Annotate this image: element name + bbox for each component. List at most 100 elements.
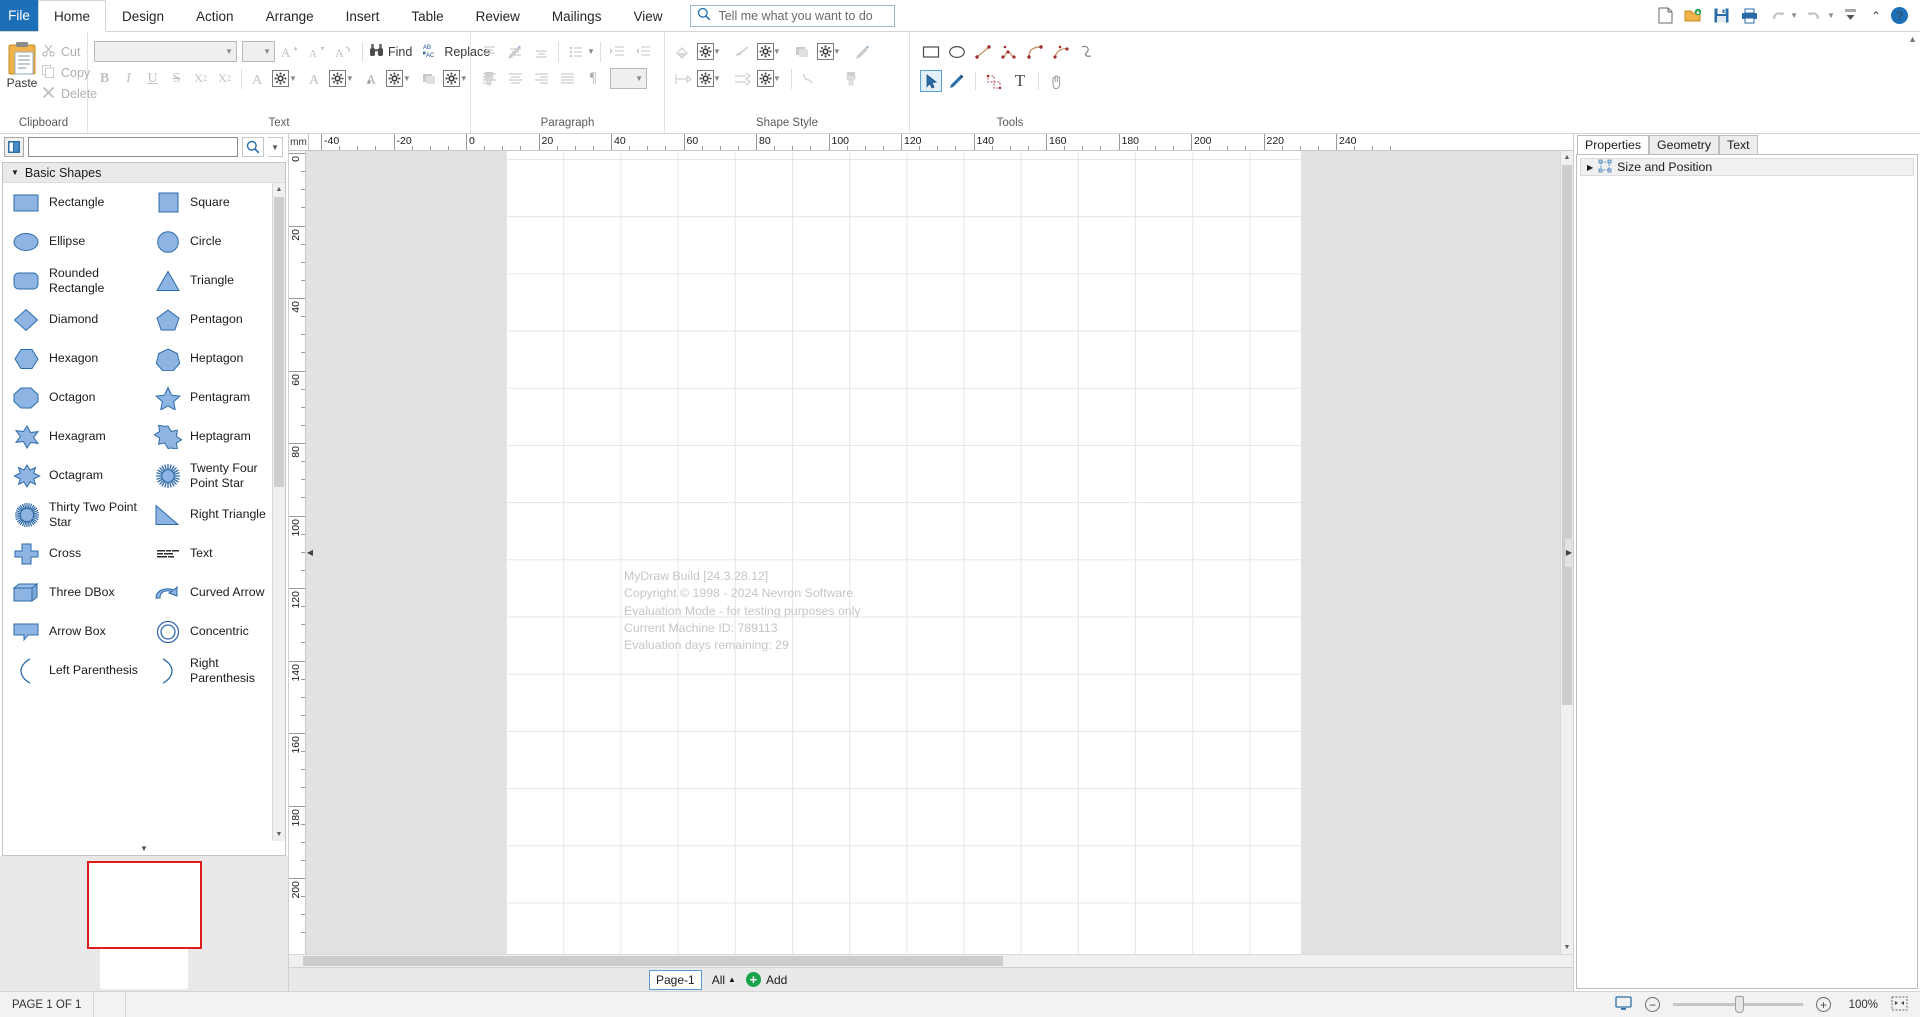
shape-item-hexagon[interactable]: Hexagon — [3, 339, 144, 378]
search-icon[interactable] — [242, 137, 264, 157]
tab-table[interactable]: Table — [395, 0, 459, 31]
text-fill-dropdown-icon[interactable]: ▼ — [346, 74, 354, 83]
rectangle-tool-icon[interactable] — [920, 41, 942, 63]
open-icon[interactable] — [1681, 4, 1705, 28]
canvas-hscroll-thumb[interactable] — [303, 956, 1003, 966]
find-button[interactable]: Find — [369, 43, 412, 60]
vertical-ruler[interactable]: 0 20 40 60 80 100 120 140 160 180 200 — [289, 151, 306, 954]
shape-list-scrollbar[interactable]: ▲ ▼ — [272, 183, 285, 841]
text-stroke-dropdown-icon[interactable]: ▼ — [403, 74, 411, 83]
strikethrough-button[interactable]: S — [166, 68, 187, 89]
collapse-left-panel-icon[interactable]: ◀ — [306, 538, 314, 567]
new-icon[interactable] — [1653, 4, 1677, 28]
shape-item-ellipse[interactable]: Ellipse — [3, 222, 144, 261]
freeform-tool-icon[interactable] — [1076, 41, 1098, 63]
shape-item-concentric[interactable]: Concentric — [144, 612, 285, 651]
align-middle-button[interactable] — [503, 41, 527, 62]
font-color-dropdown-icon[interactable]: ▼ — [289, 74, 297, 83]
canvas-scroll-up-icon[interactable]: ▲ — [1561, 151, 1573, 164]
text-fill-button[interactable]: A — [305, 68, 326, 89]
shape-item-cross[interactable]: Cross — [3, 534, 144, 573]
bezier-tool-icon[interactable] — [1050, 41, 1072, 63]
tab-insert[interactable]: Insert — [330, 0, 396, 31]
shadow-button[interactable] — [791, 41, 815, 62]
text-stroke-button[interactable]: A — [362, 68, 383, 89]
shape-item-octagon[interactable]: Octagon — [3, 378, 144, 417]
shape-item-rectangle[interactable]: Rectangle — [3, 183, 144, 222]
undo-icon[interactable] — [1765, 4, 1789, 28]
tab-file[interactable]: File — [0, 0, 38, 31]
pencil-tool-icon[interactable] — [946, 70, 968, 92]
underline-button[interactable]: U — [142, 68, 163, 89]
shape-item-twenty-four-point-star[interactable]: Twenty Four Point Star — [144, 456, 285, 495]
property-group-size-and-position[interactable]: ▶ Size and Position — [1580, 158, 1914, 176]
shape-item-triangle[interactable]: Triangle — [144, 261, 285, 300]
tell-me-search[interactable]: Tell me what you want to do — [690, 4, 896, 27]
paste-button[interactable]: Paste — [6, 39, 38, 90]
tab-properties[interactable]: Properties — [1577, 135, 1650, 154]
tab-arrange[interactable]: Arrange — [250, 0, 330, 31]
shape-item-left-parenthesis[interactable]: Left Parenthesis — [3, 651, 144, 690]
canvas-horizontal-scrollbar[interactable] — [289, 954, 1573, 967]
shape-item-rounded-rectangle[interactable]: Rounded Rectangle — [3, 261, 144, 300]
ellipse-tool-icon[interactable] — [946, 41, 968, 63]
stroke-dropdown-icon[interactable]: ▼ — [773, 47, 781, 56]
shape-item-right-parenthesis[interactable]: Right Parenthesis — [144, 651, 285, 690]
align-top-button[interactable] — [477, 41, 501, 62]
increase-indent-button[interactable] — [606, 41, 630, 62]
edit-points-tool-icon[interactable] — [983, 70, 1005, 92]
canvas-viewport[interactable]: ◀ MyDraw Build [24.3.28.12] Copyright © … — [306, 151, 1573, 954]
library-icon[interactable] — [4, 137, 24, 157]
zoom-out-icon[interactable]: − — [1645, 997, 1660, 1012]
tab-action[interactable]: Action — [180, 0, 250, 31]
subscript-button[interactable]: X2 — [190, 68, 211, 89]
canvas-scroll-down-icon[interactable]: ▼ — [1561, 941, 1573, 954]
zoom-slider[interactable] — [1673, 996, 1803, 1013]
shape-item-hexagram[interactable]: Hexagram — [3, 417, 144, 456]
zoom-slider-thumb[interactable] — [1735, 996, 1744, 1013]
shape-item-right-triangle[interactable]: Right Triangle — [144, 495, 285, 534]
qat-more-icon[interactable] — [1839, 4, 1863, 28]
stencil-expand-icon[interactable]: ▼ — [3, 841, 285, 855]
shadow-dropdown-icon[interactable]: ▼ — [833, 47, 841, 56]
pan-hand-tool-icon[interactable] — [1046, 70, 1068, 92]
text-shadow-button[interactable] — [419, 68, 440, 89]
scroll-thumb[interactable] — [274, 197, 284, 487]
font-color-button[interactable]: A — [248, 68, 269, 89]
end-arrowhead-settings-icon[interactable] — [756, 70, 774, 87]
end-arrowhead-button[interactable] — [731, 68, 755, 89]
stroke-button[interactable] — [731, 41, 755, 62]
align-center-button[interactable] — [503, 68, 527, 89]
stroke-settings-icon[interactable] — [756, 43, 774, 60]
shape-item-heptagon[interactable]: Heptagon — [144, 339, 285, 378]
line-tool-icon[interactable] — [972, 41, 994, 63]
print-icon[interactable] — [1737, 4, 1761, 28]
redo-dropdown-icon[interactable]: ▼ — [1827, 11, 1835, 20]
fit-page-icon[interactable] — [1891, 996, 1908, 1014]
curve-tool-icon[interactable] — [1024, 41, 1046, 63]
collapse-right-panel-icon[interactable]: ▶ — [1565, 538, 1573, 567]
shape-item-text[interactable]: Text — [144, 534, 285, 573]
scroll-up-icon[interactable]: ▲ — [273, 183, 285, 196]
fill-dropdown-icon[interactable]: ▼ — [713, 47, 721, 56]
begin-arrowhead-settings-icon[interactable] — [697, 70, 714, 87]
shape-item-pentagon[interactable]: Pentagon — [144, 300, 285, 339]
shape-item-circle[interactable]: Circle — [144, 222, 285, 261]
text-shadow-dropdown-icon[interactable]: ▼ — [460, 74, 468, 83]
minimize-ribbon-icon[interactable]: ⌃ — [1871, 9, 1881, 23]
tab-view[interactable]: View — [617, 0, 678, 31]
tab-design[interactable]: Design — [106, 0, 180, 31]
canvas-vscroll-thumb[interactable] — [1562, 165, 1572, 705]
monitor-icon[interactable] — [1615, 995, 1632, 1014]
text-tool-icon[interactable]: T — [1009, 70, 1031, 92]
stencil-header[interactable]: ▼ Basic Shapes — [3, 163, 285, 183]
bold-button[interactable]: B — [94, 68, 115, 89]
tab-home[interactable]: Home — [38, 0, 107, 32]
shape-item-octagram[interactable]: Octagram — [3, 456, 144, 495]
tab-text[interactable]: Text — [1719, 135, 1758, 154]
zoom-in-icon[interactable]: + — [1816, 997, 1831, 1012]
text-stroke-settings-icon[interactable] — [385, 70, 403, 87]
polyline-tool-icon[interactable] — [998, 41, 1020, 63]
scroll-down-icon[interactable]: ▼ — [273, 828, 285, 841]
shape-search-input[interactable] — [28, 137, 238, 157]
